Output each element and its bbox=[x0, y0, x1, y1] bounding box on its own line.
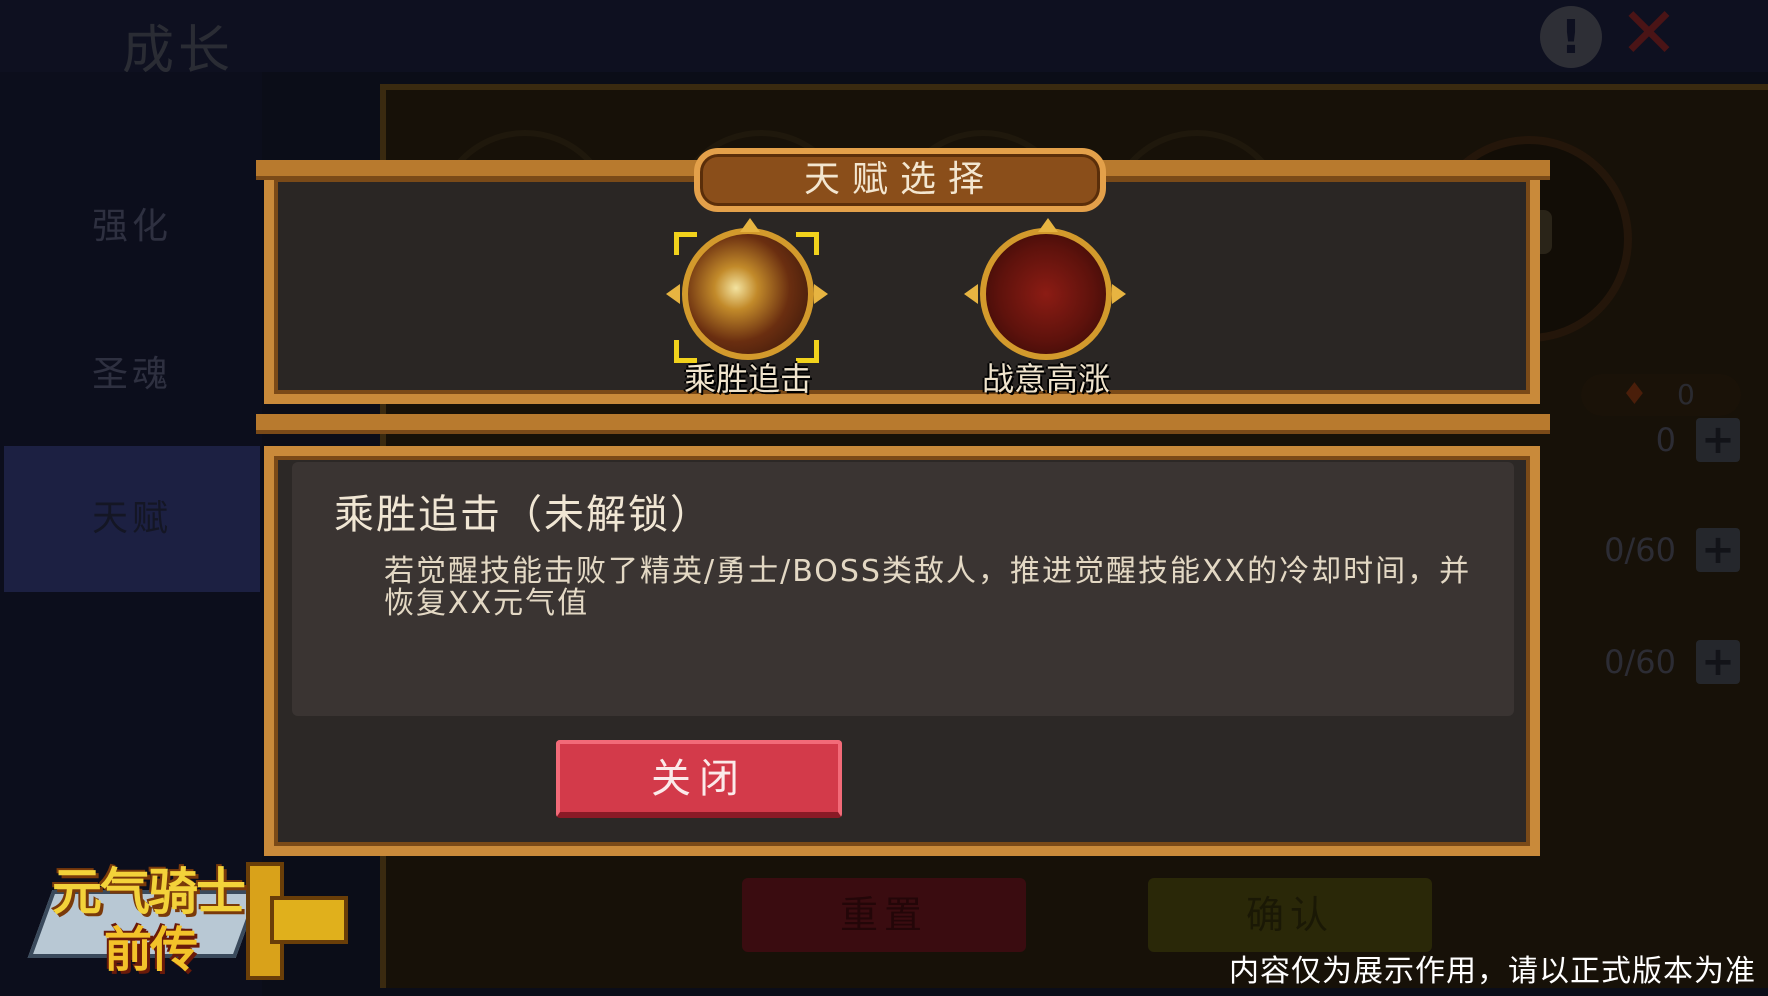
orb-ornament bbox=[666, 284, 680, 304]
orb-ornament bbox=[740, 218, 760, 232]
selection-corner bbox=[674, 232, 697, 255]
description-title: 乘胜追击（未解锁） bbox=[334, 492, 712, 538]
sidebar-item-holy-soul[interactable]: 圣魂 bbox=[4, 302, 260, 448]
stat-value: 0/60 bbox=[1604, 643, 1676, 681]
plus-icon[interactable]: + bbox=[1696, 528, 1740, 572]
talent-option-1[interactable]: 战意高涨 bbox=[964, 218, 1126, 398]
top-bar: 成长 ! ✕ bbox=[0, 0, 1768, 81]
modal-title-plate: 天赋选择 bbox=[694, 148, 1106, 212]
stat-row: 0 + bbox=[1526, 410, 1746, 470]
talent-label: 乘胜追击 bbox=[683, 360, 812, 398]
sword-slash-icon bbox=[682, 228, 814, 360]
orb-ornament bbox=[1112, 284, 1126, 304]
stat-value: 0/60 bbox=[1604, 531, 1676, 569]
warrior-rage-icon bbox=[980, 228, 1112, 360]
talent-label: 战意高涨 bbox=[981, 360, 1110, 398]
help-icon[interactable]: ! bbox=[1540, 6, 1602, 68]
talent-option-0[interactable]: 乘胜追击 bbox=[666, 218, 828, 398]
logo-sword-guard bbox=[270, 896, 348, 944]
close-button[interactable]: 关闭 bbox=[556, 740, 842, 818]
close-icon[interactable]: ✕ bbox=[1614, 0, 1684, 68]
orb-ornament bbox=[964, 284, 978, 304]
sidebar-item-talent[interactable]: 天赋 bbox=[4, 446, 260, 592]
modal-title: 天赋选择 bbox=[803, 159, 996, 200]
game-logo-subtitle: 前传 bbox=[104, 922, 198, 978]
stat-row: 0/60 + bbox=[1526, 520, 1746, 580]
sidebar-item-enhance[interactable]: 强化 bbox=[4, 154, 260, 300]
description-body: 若觉醒技能击败了精英/勇士/BOSS类敌人，推进觉醒技能XX的冷却时间，并恢复X… bbox=[384, 554, 1472, 621]
plus-icon[interactable]: + bbox=[1696, 418, 1740, 462]
plus-icon[interactable]: + bbox=[1696, 640, 1740, 684]
disclaimer-text: 内容仅为展示作用，请以正式版本为准 bbox=[1229, 954, 1756, 989]
panel-rail bbox=[256, 414, 1550, 434]
selection-corner bbox=[796, 232, 819, 255]
orb-ornament bbox=[814, 284, 828, 304]
confirm-button[interactable]: 确认 bbox=[1148, 878, 1432, 952]
stat-row: 0/60 + bbox=[1526, 632, 1746, 692]
orb-ornament bbox=[1038, 218, 1058, 232]
reset-button[interactable]: 重置 bbox=[742, 878, 1026, 952]
